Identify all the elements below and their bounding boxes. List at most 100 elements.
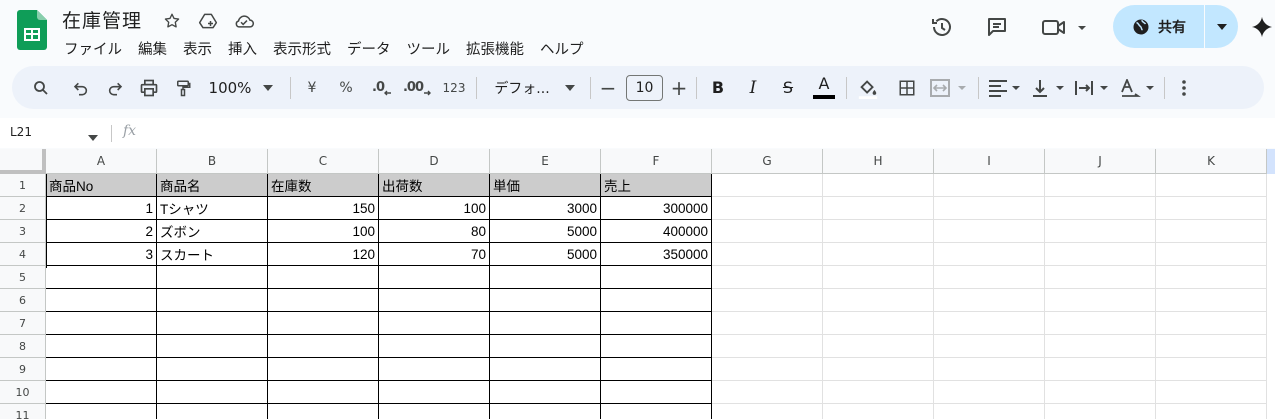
cell-c4[interactable]: 120 [268,243,379,266]
cell-j10[interactable] [1045,381,1156,404]
gemini-icon[interactable] [1249,7,1275,47]
table-header-cell[interactable]: 商品No [46,174,157,197]
cell-b8[interactable] [157,335,268,358]
font-size-input[interactable]: 10 [626,75,663,101]
cell-a7[interactable] [46,312,157,335]
cell-f10[interactable] [601,381,712,404]
cell-k1[interactable] [1156,174,1267,197]
decrease-font-size-button[interactable]: − [598,66,618,109]
column-header-c[interactable]: C [268,149,379,174]
font-family-select[interactable]: デフォ... [490,66,554,109]
column-header-g[interactable]: G [712,149,823,174]
cell-d7[interactable] [379,312,490,335]
cell-k8[interactable] [1156,335,1267,358]
sheets-logo-icon[interactable] [17,10,47,50]
menu-file[interactable]: ファイル [56,36,130,61]
cell-j2[interactable] [1045,197,1156,220]
cell-j7[interactable] [1045,312,1156,335]
undo-icon[interactable] [68,66,94,109]
cell-h9[interactable] [823,358,934,381]
text-color-button[interactable]: A [810,66,838,109]
cell-e3[interactable]: 5000 [490,220,601,243]
cell-f11[interactable] [601,404,712,419]
paint-format-icon[interactable] [170,66,196,109]
cell-j3[interactable] [1045,220,1156,243]
cell-i6[interactable] [934,289,1045,312]
cell-c8[interactable] [268,335,379,358]
cell-b7[interactable] [157,312,268,335]
print-icon[interactable] [136,66,162,109]
cell-g11[interactable] [712,404,823,419]
cell-b5[interactable] [157,266,268,289]
cell-k5[interactable] [1156,266,1267,289]
cell-b2[interactable]: Tシャツ [157,197,268,220]
font-caret-icon[interactable] [562,66,578,109]
star-icon[interactable] [160,9,184,33]
cell-a5[interactable] [46,266,157,289]
name-box-caret-icon[interactable] [88,126,98,145]
cell-d6[interactable] [379,289,490,312]
cell-h3[interactable] [823,220,934,243]
cell-c11[interactable] [268,404,379,419]
cell-i5[interactable] [934,266,1045,289]
zoom-caret-icon[interactable] [260,66,276,109]
cell-d8[interactable] [379,335,490,358]
cell-g2[interactable] [712,197,823,220]
cell-a4[interactable]: 3 [46,243,157,266]
cell-e2[interactable]: 3000 [490,197,601,220]
cell-i7[interactable] [934,312,1045,335]
select-all-corner[interactable] [0,149,46,174]
cell-h8[interactable] [823,335,934,358]
cell-k6[interactable] [1156,289,1267,312]
row-header-6[interactable]: 6 [0,289,46,312]
cell-d10[interactable] [379,381,490,404]
cell-c3[interactable]: 100 [268,220,379,243]
currency-format-button[interactable]: ¥ [300,66,324,109]
cell-f9[interactable] [601,358,712,381]
cell-c7[interactable] [268,312,379,335]
cell-g6[interactable] [712,289,823,312]
column-header-i[interactable]: I [934,149,1045,174]
cell-e8[interactable] [490,335,601,358]
cell-c5[interactable] [268,266,379,289]
cell-i4[interactable] [934,243,1045,266]
row-header-7[interactable]: 7 [0,312,46,335]
cell-k11[interactable] [1156,404,1267,419]
cell-i3[interactable] [934,220,1045,243]
cell-e9[interactable] [490,358,601,381]
cell-h1[interactable] [823,174,934,197]
cell-f4[interactable]: 350000 [601,243,712,266]
menu-view[interactable]: 表示 [175,36,220,61]
vertical-align-icon[interactable] [1030,66,1068,109]
row-header-11[interactable]: 11 [0,404,46,419]
cell-i2[interactable] [934,197,1045,220]
cell-g7[interactable] [712,312,823,335]
cell-k3[interactable] [1156,220,1267,243]
cell-h10[interactable] [823,381,934,404]
cell-k2[interactable] [1156,197,1267,220]
merge-cells-icon[interactable] [928,66,972,109]
menu-edit[interactable]: 編集 [130,36,175,61]
column-header-f[interactable]: F [601,149,712,174]
cell-h5[interactable] [823,266,934,289]
cell-g3[interactable] [712,220,823,243]
column-header-d[interactable]: D [379,149,490,174]
cell-g4[interactable] [712,243,823,266]
cell-g10[interactable] [712,381,823,404]
row-header-4[interactable]: 4 [0,243,46,266]
cell-f5[interactable] [601,266,712,289]
cell-e4[interactable]: 5000 [490,243,601,266]
cell-g9[interactable] [712,358,823,381]
spreadsheet-grid[interactable]: ABCDEFGHIJK 1 2 3 4 5 6 7 8 9 10 11 商品No 商品名 在庫数 出荷数単… [0,149,1275,419]
cell-h11[interactable] [823,404,934,419]
meet-icon[interactable] [1037,7,1093,47]
cell-i9[interactable] [934,358,1045,381]
menu-help[interactable]: ヘルプ [532,36,592,61]
horizontal-align-icon[interactable] [986,66,1024,109]
cell-d4[interactable]: 70 [379,243,490,266]
table-header-cell[interactable]: 売上 [601,174,712,197]
text-wrap-icon[interactable] [1072,66,1112,109]
cell-e6[interactable] [490,289,601,312]
cell-c2[interactable]: 150 [268,197,379,220]
cell-f2[interactable]: 300000 [601,197,712,220]
